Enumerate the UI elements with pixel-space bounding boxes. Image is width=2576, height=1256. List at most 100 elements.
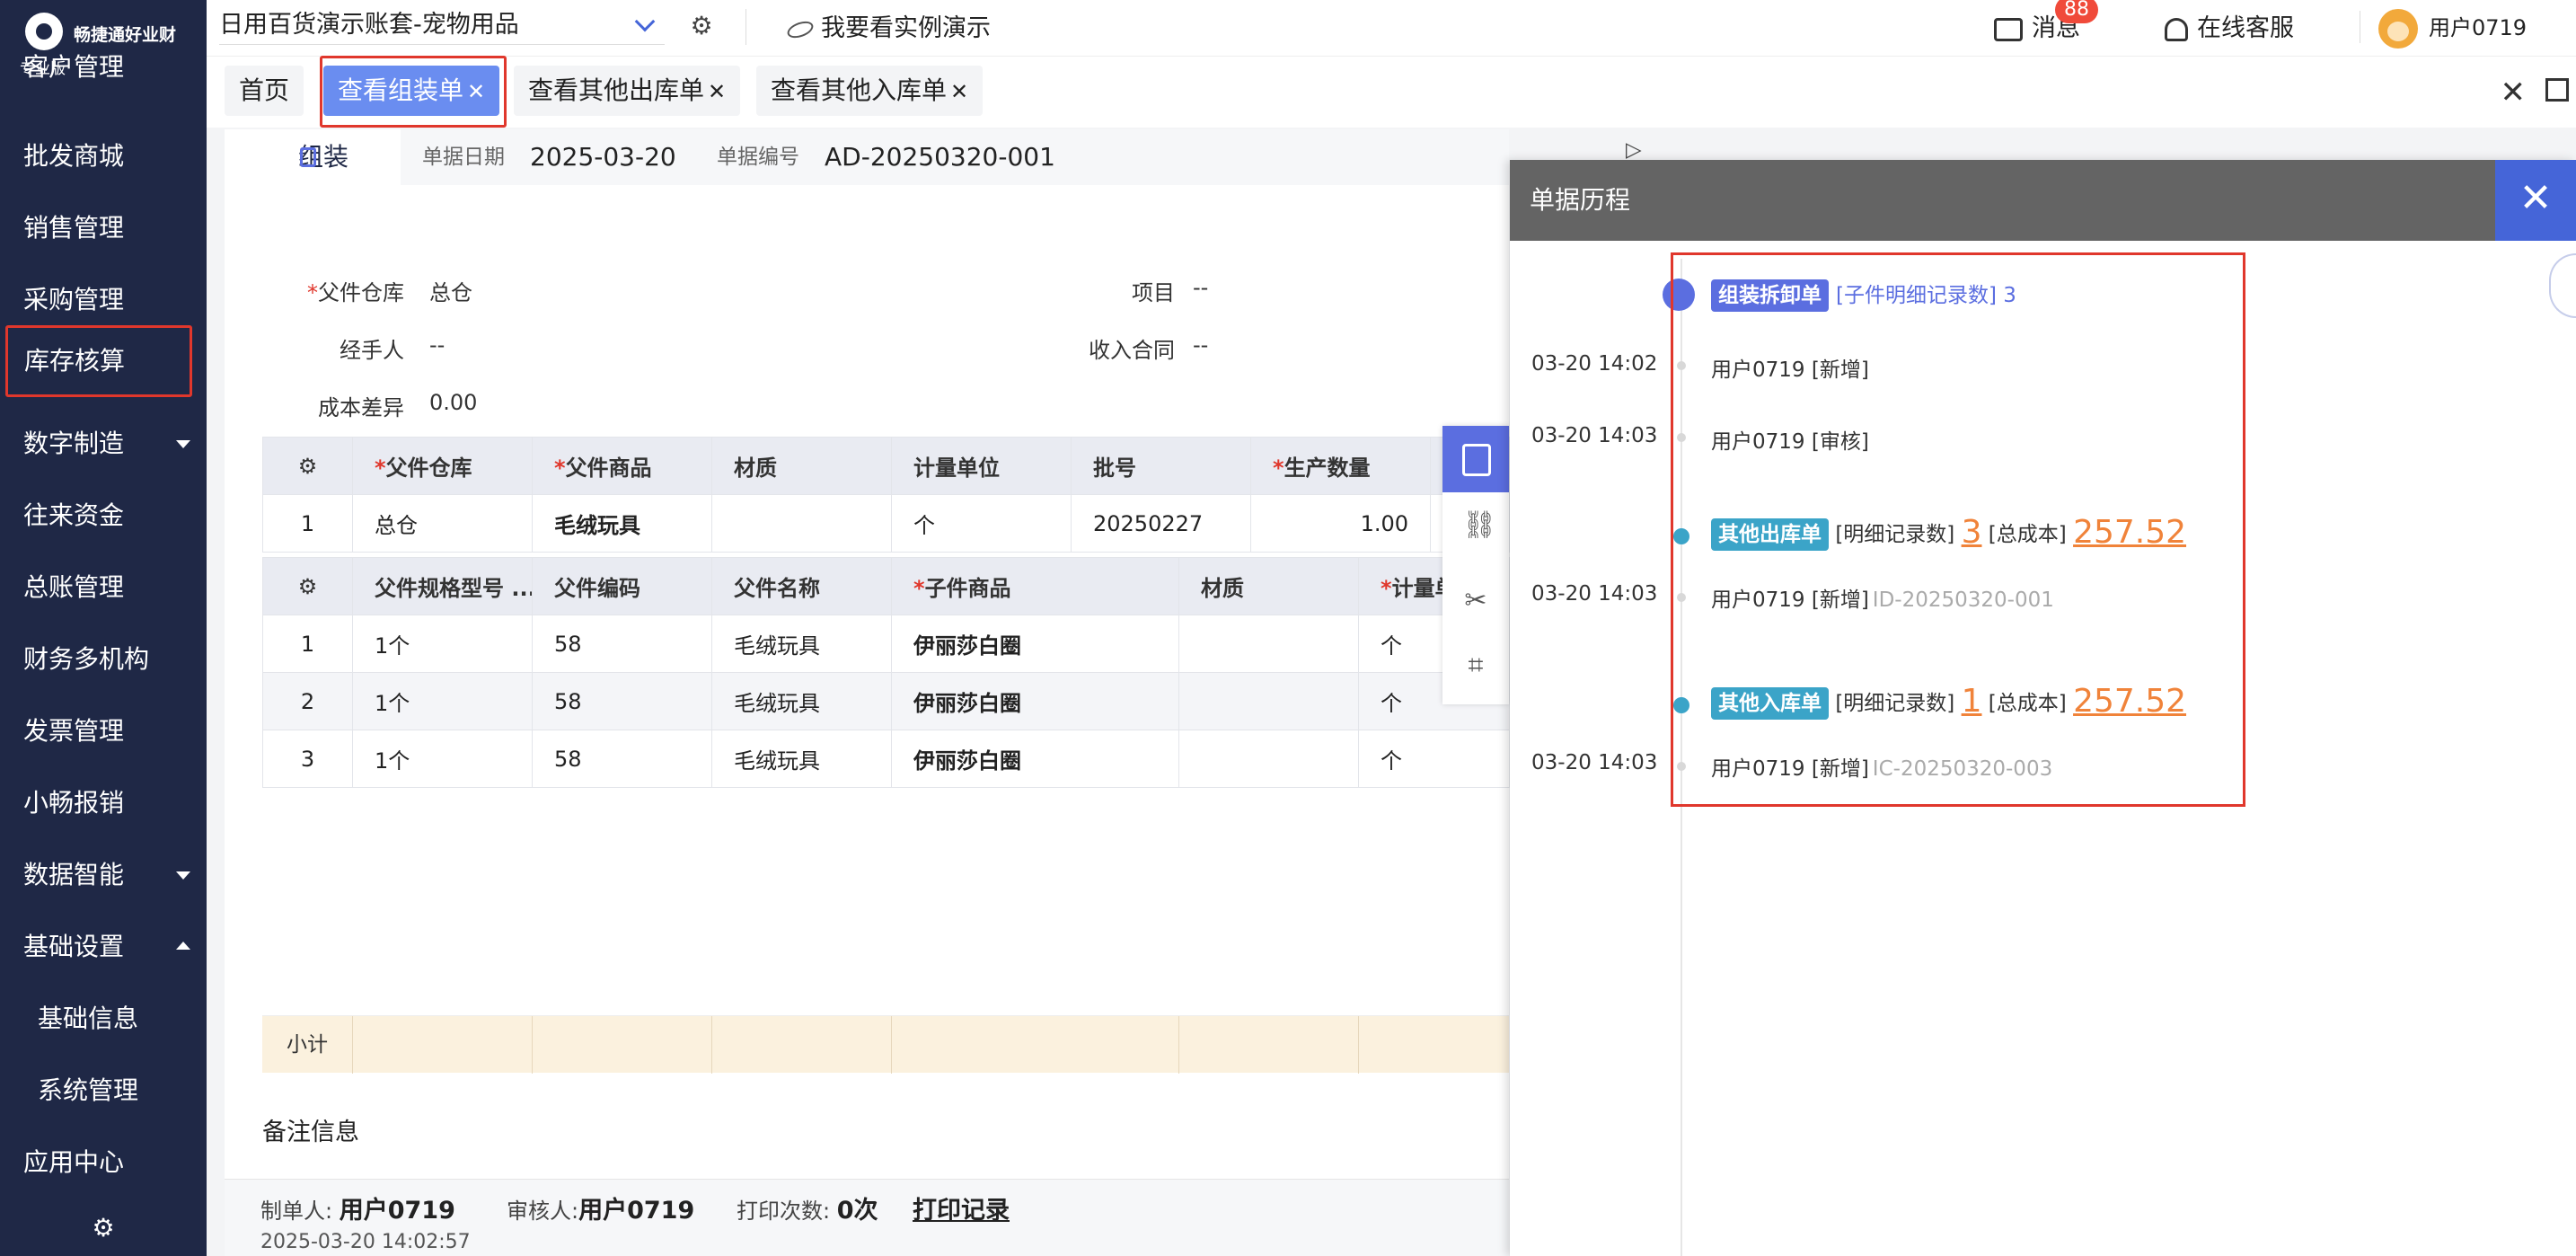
table-header-row: ⚙ 父件规格型号 ... 父件编码 父件名称 *子件商品 材质 *计量单 <box>262 557 1510 615</box>
chevron-down-icon <box>634 11 656 32</box>
maker-info: 制单人: 用户0719 <box>260 1196 455 1226</box>
print-count-label: 打印次数: <box>737 1199 831 1224</box>
table-cell[interactable]: 个 <box>1358 730 1510 788</box>
close-panel-icon[interactable]: ✕ <box>2495 160 2576 241</box>
created-time: 2025-03-20 14:02:57 <box>260 1231 471 1253</box>
column-settings-icon[interactable]: ⚙ <box>262 437 353 495</box>
brand-name: 畅捷通好业财 <box>74 25 177 45</box>
side-toolbar: ⛓ ✂ ⌗ <box>1442 426 1509 704</box>
column-header: 批号 <box>1071 437 1251 495</box>
demo-link[interactable]: 我要看实例演示 <box>785 9 991 49</box>
tab-view-other-outbound[interactable]: 查看其他出库单 ✕ <box>514 66 741 116</box>
table-cell[interactable]: 毛绒玩具 <box>711 730 892 788</box>
settings-gear-icon[interactable]: ⚙ <box>90 1215 117 1242</box>
column-header: 父件规格型号 ... <box>352 557 533 615</box>
column-header: 材质 <box>711 437 892 495</box>
divider <box>711 1016 712 1074</box>
tools-icon[interactable]: ✂ <box>1462 588 1489 615</box>
table-cell[interactable]: 毛绒玩具 <box>711 672 892 730</box>
sidebar-item-label: 小畅报销 <box>23 788 125 818</box>
sidebar-item-label: 采购管理 <box>23 285 125 314</box>
sidebar-item-basic-info[interactable]: 基础信息 <box>0 983 207 1055</box>
account-select[interactable]: 日用百货演示账套-宠物用品 <box>219 5 665 45</box>
online-service-button[interactable]: 在线客服 <box>2165 9 2294 49</box>
table-row[interactable]: 2 1个 58 毛绒玩具 伊丽莎白圈 个 <box>262 672 1510 730</box>
document-content: 组装 单据日期 2025-03-20 单据编号 AD-20250320-001 … <box>225 129 1646 1256</box>
sidebar-item-ledger[interactable]: 总账管理 <box>0 552 207 624</box>
sidebar-item-sales[interactable]: 销售管理 <box>0 192 207 264</box>
sidebar-item-label: 往来资金 <box>23 500 125 530</box>
table-header-row: ⚙ *父件仓库 *父件商品 材质 计量单位 批号 *生产数量 <box>262 437 1510 495</box>
auditor-info: 审核人:用户0719 <box>507 1196 694 1226</box>
sidebar-item-manufacturing[interactable]: 数字制造 <box>0 408 207 480</box>
handler-value[interactable]: -- <box>429 332 445 358</box>
table-cell[interactable]: 伊丽莎白圈 <box>891 615 1179 673</box>
table-cell[interactable] <box>1178 730 1359 788</box>
row-index: 3 <box>262 730 353 788</box>
sidebar-item-basic-settings[interactable]: 基础设置 <box>0 911 207 983</box>
attachment-icon[interactable]: ⛓ <box>1462 512 1496 539</box>
document-icon <box>300 147 316 167</box>
history-time: 03-20 14:03 <box>1531 751 1658 774</box>
document-type-tab[interactable]: 组装 <box>225 129 401 185</box>
income-contract-value[interactable]: -- <box>1193 332 1208 358</box>
gear-icon[interactable]: ⚙ <box>686 11 717 41</box>
table-row[interactable]: 1 1个 58 毛绒玩具 伊丽莎白圈 个 <box>262 615 1510 673</box>
table-cell[interactable]: 58 <box>532 730 712 788</box>
project-value[interactable]: -- <box>1193 275 1208 300</box>
table-cell[interactable]: 总仓 <box>352 494 533 553</box>
table-cell[interactable] <box>711 494 892 553</box>
sidebar-item-system[interactable]: 系统管理 <box>0 1055 207 1127</box>
user-menu[interactable]: 用户0719 <box>2378 7 2527 49</box>
sidebar-item-app-center[interactable]: 应用中心 <box>0 1127 207 1199</box>
history-time: 03-20 14:03 <box>1531 424 1658 447</box>
sidebar-item-customers[interactable]: 客户管理 <box>0 54 207 90</box>
scan-icon[interactable]: ⌗ <box>1462 652 1489 679</box>
sidebar-item-label: 系统管理 <box>38 1075 139 1105</box>
document-history-icon[interactable] <box>1442 426 1509 492</box>
close-icon[interactable]: ✕ <box>950 79 968 104</box>
handler-label: 经手人 <box>340 338 404 363</box>
tab-view-other-inbound[interactable]: 查看其他入库单 ✕ <box>756 66 984 116</box>
table-cell[interactable] <box>1178 672 1359 730</box>
table-row[interactable]: 3 1个 58 毛绒玩具 伊丽莎白圈 个 <box>262 730 1510 788</box>
sidebar-item-invoice[interactable]: 发票管理 <box>0 695 207 767</box>
sidebar-item-multi-org[interactable]: 财务多机构 <box>0 624 207 695</box>
column-settings-icon[interactable]: ⚙ <box>262 557 353 615</box>
table-cell[interactable]: 1个 <box>352 730 533 788</box>
table-cell[interactable]: 伊丽莎白圈 <box>891 730 1179 788</box>
parent-items-table: ⚙ *父件仓库 *父件商品 材质 计量单位 批号 *生产数量 1 总仓 毛绒玩具… <box>262 437 1510 553</box>
maker-value: 用户0719 <box>339 1197 455 1225</box>
fullscreen-icon[interactable] <box>2545 78 2569 102</box>
sidebar-item-funds[interactable]: 往来资金 <box>0 480 207 552</box>
table-cell[interactable]: 1个 <box>352 615 533 673</box>
print-record-link[interactable]: 打印记录 <box>913 1196 1010 1226</box>
auditor-label: 审核人: <box>507 1199 579 1224</box>
table-cell[interactable]: 毛绒玩具 <box>711 615 892 673</box>
table-row[interactable]: 1 总仓 毛绒玩具 个 20250227 1.00 <box>262 494 1510 553</box>
table-cell[interactable]: 毛绒玩具 <box>532 494 712 553</box>
close-icon[interactable]: ✕ <box>708 79 726 104</box>
sidebar-item-wholesale[interactable]: 批发商城 <box>0 120 207 192</box>
column-header: 父件编码 <box>532 557 712 615</box>
table-cell[interactable]: 1个 <box>352 672 533 730</box>
tab-home[interactable]: 首页 <box>225 66 304 116</box>
table-cell[interactable]: 个 <box>891 494 1072 553</box>
sidebar-item-inventory[interactable]: 库存核算 <box>5 325 192 397</box>
close-all-icon[interactable]: ✕ <box>2501 75 2527 111</box>
table-cell[interactable]: 58 <box>532 672 712 730</box>
table-cell[interactable]: 伊丽莎白圈 <box>891 672 1179 730</box>
sidebar-item-data-intelligence[interactable]: 数据智能 <box>0 839 207 911</box>
sidebar-item-expense[interactable]: 小畅报销 <box>0 767 207 839</box>
table-cell[interactable]: 20250227 <box>1071 494 1251 553</box>
tab-label: 查看其他出库单 <box>528 75 705 105</box>
headset-icon <box>2165 17 2188 41</box>
table-cell[interactable] <box>1178 615 1359 673</box>
column-header: *生产数量 <box>1250 437 1431 495</box>
table-cell[interactable]: 1.00 <box>1250 494 1431 553</box>
row-index: 1 <box>262 494 353 553</box>
logo-icon <box>25 13 63 50</box>
table-cell[interactable]: 58 <box>532 615 712 673</box>
parent-warehouse-value[interactable]: 总仓 <box>429 275 472 306</box>
subtotal-label: 小计 <box>287 1033 328 1057</box>
